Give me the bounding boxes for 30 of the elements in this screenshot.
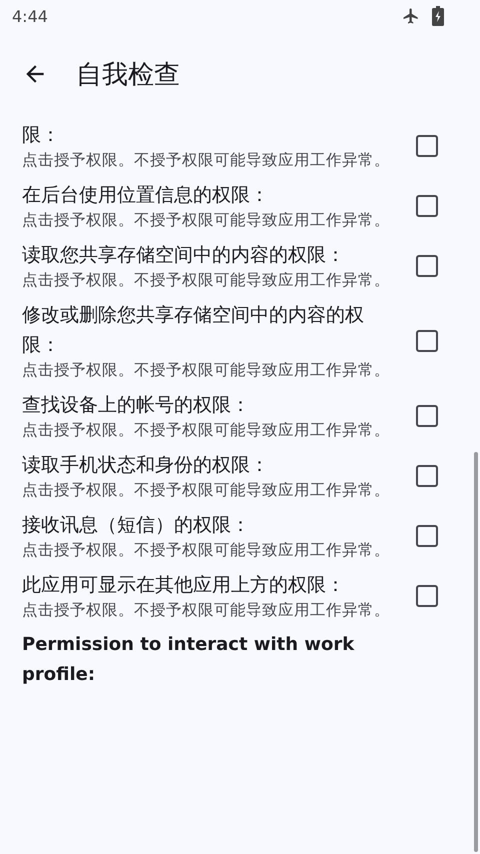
permission-title: 读取您共享存储空间中的内容的权限： — [22, 243, 346, 268]
permission-description: 点击授予权限。不授予权限可能导致应用工作异常。 — [22, 600, 391, 621]
permission-title: 限： — [22, 123, 61, 148]
checkbox[interactable] — [416, 584, 438, 606]
checkbox[interactable] — [416, 464, 438, 486]
permission-title: 查找设备上的帐号的权限： — [22, 393, 251, 418]
permission-description: 点击授予权限。不授予权限可能导致应用工作异常。 — [22, 270, 391, 291]
permission-description: 点击授予权限。不授予权限可能导致应用工作异常。 — [22, 150, 391, 171]
permission-title: 此应用可显示在其他应用上方的权限： — [22, 573, 346, 598]
checkbox[interactable] — [416, 524, 438, 546]
screen-title: 自我检查 — [76, 58, 180, 92]
permission-title: 在后台使用位置信息的权限： — [22, 183, 270, 208]
checkbox[interactable] — [416, 330, 438, 352]
battery-icon — [432, 6, 444, 26]
checkbox[interactable] — [416, 404, 438, 426]
permission-title: Permission to interact with work profile: — [22, 633, 356, 687]
permission-description: 点击授予权限。不授予权限可能导致应用工作异常。 — [22, 420, 391, 441]
permission-description: 点击授予权限。不授予权限可能导致应用工作异常。 — [22, 480, 391, 501]
airplane-icon — [402, 7, 420, 25]
permission-title: 接收讯息（短信）的权限： — [22, 513, 251, 538]
permission-description: 点击授予权限。不授予权限可能导致应用工作异常。 — [22, 210, 391, 231]
scrollbar[interactable] — [474, 452, 478, 852]
permission-description: 点击授予权限。不授予权限可能导致应用工作异常。 — [22, 540, 391, 561]
checkbox[interactable] — [416, 254, 438, 276]
permission-description: 点击授予权限。不授予权限可能导致应用工作异常。 — [22, 360, 391, 381]
checkbox[interactable] — [416, 194, 438, 216]
checkbox[interactable] — [416, 134, 438, 156]
permission-title: 读取手机状态和身份的权限： — [22, 453, 270, 478]
status-time: 4:44 — [12, 6, 48, 26]
permission-title: 修改或删除您共享存储空间中的内容的权限： — [22, 303, 365, 358]
